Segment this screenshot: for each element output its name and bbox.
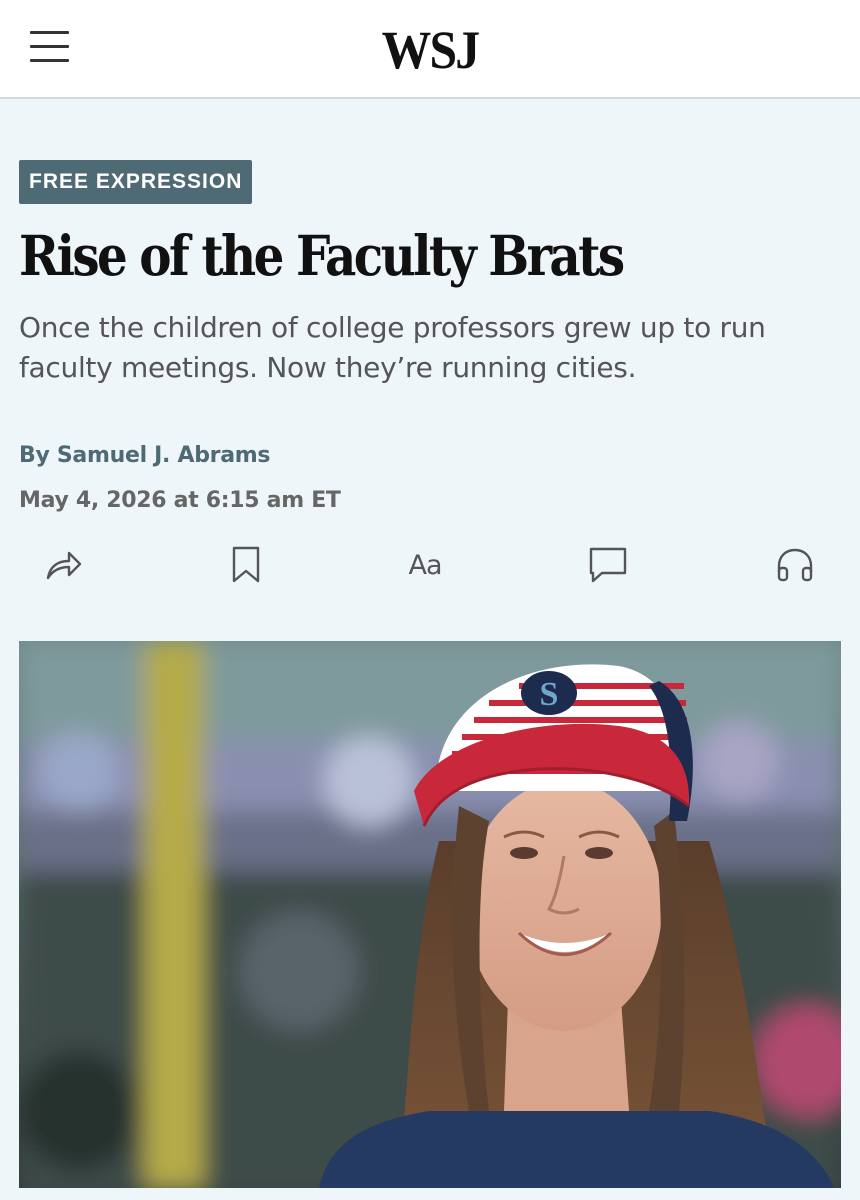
author-byline[interactable]: By Samuel J. Abrams bbox=[19, 440, 270, 472]
article-hero-photo[interactable]: S bbox=[19, 641, 841, 1188]
publish-timestamp: May 4, 2026 at 6:15 am ET bbox=[19, 488, 341, 513]
article-dek: Once the children of college professors … bbox=[19, 311, 766, 384]
section-badge[interactable]: FREE EXPRESSION bbox=[19, 160, 253, 204]
comments-button[interactable] bbox=[583, 540, 633, 590]
article-headline: Rise of the Faculty Brats bbox=[19, 223, 625, 288]
text-size-icon: Aa bbox=[408, 549, 442, 581]
hero-photo-illustration: S bbox=[19, 641, 841, 1188]
svg-text:S: S bbox=[540, 676, 559, 713]
share-arrow-icon bbox=[46, 551, 82, 580]
text-size-button[interactable]: Aa bbox=[400, 540, 450, 590]
wsj-logo[interactable]: WSJ bbox=[34, 20, 825, 80]
bookmark-icon bbox=[232, 546, 260, 583]
share-button[interactable] bbox=[38, 540, 88, 590]
listen-button[interactable] bbox=[770, 540, 820, 590]
article-action-bar: Aa bbox=[0, 540, 860, 590]
comment-bubble-icon bbox=[589, 547, 627, 583]
top-navigation-bar: WSJ bbox=[0, 0, 860, 99]
bookmark-button[interactable] bbox=[221, 540, 271, 590]
headphones-icon bbox=[777, 548, 813, 582]
